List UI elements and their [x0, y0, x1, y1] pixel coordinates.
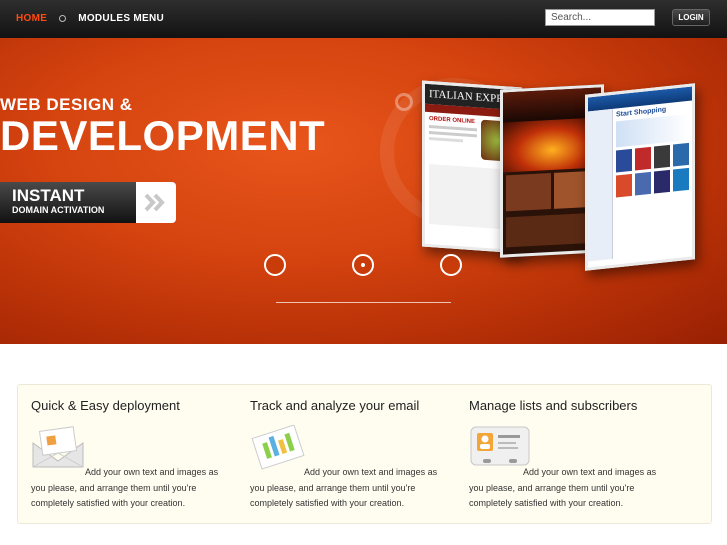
product-thumb: [673, 167, 689, 192]
top-navigation-bar: HOME MODULES MENU LOGIN: [0, 0, 727, 39]
double-chevron-right-icon: [136, 182, 176, 223]
features-panel: Quick & Easy deployment Add your own tex…: [17, 384, 712, 524]
website-screenshot-shop: Start Shopping: [585, 83, 695, 271]
nav-modules-menu-link[interactable]: MODULES MENU: [78, 13, 164, 24]
feature-text: Add your own text and images as you plea…: [31, 467, 219, 508]
search-input[interactable]: [545, 9, 655, 26]
feature-title: Manage lists and subscribers: [469, 398, 638, 413]
chart-sheet-icon: [250, 424, 305, 470]
product-grid: [616, 142, 689, 198]
feature-manage-lists: Manage lists and subscribers Add your ow…: [456, 385, 666, 523]
cta-line2: DOMAIN ACTIVATION: [12, 205, 105, 215]
decorative-bubble: [395, 93, 413, 111]
hero-title: DEVELOPMENT: [0, 112, 326, 159]
product-thumb: [673, 142, 689, 167]
text-line: [429, 130, 477, 138]
text-line: [429, 124, 477, 132]
product-thumb: [616, 148, 632, 173]
shot-body: Start Shopping: [588, 101, 692, 262]
nav-separator-icon: [59, 15, 67, 22]
nav-home-link[interactable]: HOME: [16, 13, 47, 24]
slider-track: [276, 302, 451, 303]
envelope-card-icon: [31, 425, 85, 469]
product-thumb: [654, 169, 670, 194]
hero-banner: WEB DESIGN & DEVELOPMENT INSTANT DOMAIN …: [0, 38, 727, 344]
shot-order-online: ORDER ONLINE: [429, 115, 476, 126]
text-line: [429, 136, 463, 143]
instant-domain-activation-button[interactable]: INSTANT DOMAIN ACTIVATION: [0, 182, 176, 223]
contact-card-icon: [469, 425, 530, 469]
slider-dot-2[interactable]: [352, 254, 374, 276]
main-menu: HOME MODULES MENU: [16, 13, 164, 24]
feature-title: Quick & Easy deployment: [31, 398, 180, 413]
shot-banner: [616, 113, 689, 148]
shot-sidebar: [588, 108, 613, 262]
slider-dot-3[interactable]: [440, 254, 462, 276]
product-thumb: [654, 144, 670, 169]
product-thumb: [635, 146, 651, 171]
feature-track-analyze: Track and analyze your email Add your ow…: [237, 385, 447, 523]
product-thumb: [616, 173, 632, 198]
feature-quick-deployment: Quick & Easy deployment Add your own tex…: [18, 385, 228, 523]
feature-text: Add your own text and images as you plea…: [250, 467, 438, 508]
product-thumb: [635, 171, 651, 196]
cta-label-box: INSTANT DOMAIN ACTIVATION: [0, 182, 136, 223]
cta-line1: INSTANT: [12, 186, 85, 205]
login-button[interactable]: LOGIN: [672, 9, 710, 26]
slider-dot-1[interactable]: [264, 254, 286, 276]
thumbnail: [506, 173, 551, 212]
feature-text: Add your own text and images as you plea…: [469, 467, 657, 508]
feature-title: Track and analyze your email: [250, 398, 420, 413]
